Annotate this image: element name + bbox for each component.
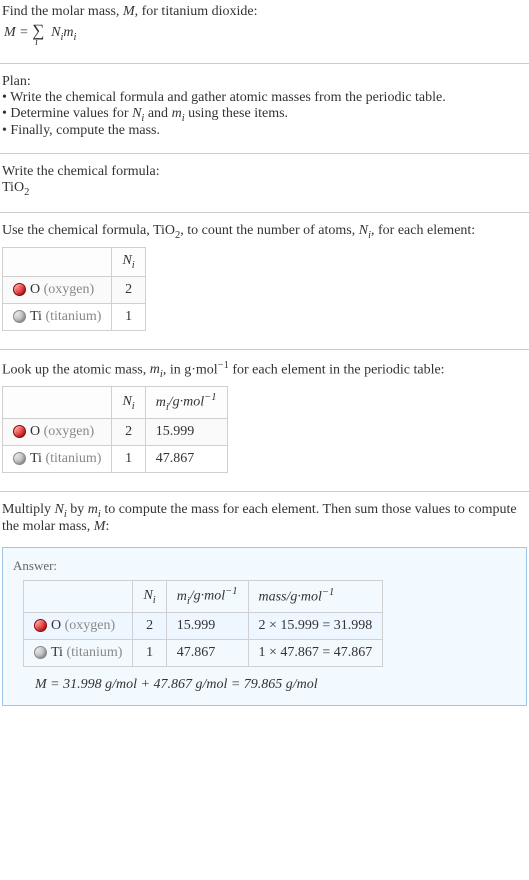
col-mi: mi/g·mol−1 (145, 387, 227, 418)
col-ni: Ni (112, 387, 145, 418)
ni-cell: 2 (112, 418, 145, 445)
col-mass: mass/g·mol−1 (248, 581, 383, 612)
mass-cell: 1 × 47.867 = 47.867 (248, 639, 383, 666)
element-cell: O (oxygen) (24, 612, 133, 639)
plan-bullet-2: • Determine values for Ni and mi using t… (2, 106, 527, 124)
step3-section: Look up the atomic mass, mi, in g·mol−1 … (0, 356, 529, 485)
step2-text: Use the chemical formula, TiO2, to count… (2, 223, 527, 241)
step3-text: Look up the atomic mass, mi, in g·mol−1 … (2, 360, 527, 380)
answer-table: Ni mi/g·mol−1 mass/g·mol−1 O (oxygen) 2 … (23, 580, 383, 666)
ni-cell: 1 (133, 639, 166, 666)
col-element (3, 247, 112, 276)
table-row: O (oxygen) 2 (3, 276, 146, 303)
atomic-mass-table: Ni mi/g·mol−1 O (oxygen) 2 15.999 Ti (ti… (2, 386, 228, 472)
divider (0, 212, 529, 213)
titanium-icon (34, 646, 47, 659)
intro-text: Find the molar mass, M, for titanium dio… (2, 4, 527, 20)
mi-cell: 47.867 (145, 445, 227, 472)
mi-cell: 47.867 (166, 639, 248, 666)
col-mi: mi/g·mol−1 (166, 581, 248, 612)
table-row: Ti (titanium) 1 47.867 1 × 47.867 = 47.8… (24, 639, 383, 666)
table-row: Ti (titanium) 1 47.867 (3, 445, 228, 472)
mi-cell: 15.999 (145, 418, 227, 445)
divider (0, 63, 529, 64)
element-cell: O (oxygen) (3, 276, 112, 303)
step2-section: Use the chemical formula, TiO2, to count… (0, 219, 529, 343)
titanium-icon (13, 452, 26, 465)
step4-section: Multiply Ni by mi to compute the mass fo… (0, 498, 529, 544)
ni-cell: 1 (112, 445, 145, 472)
col-element (24, 581, 133, 612)
answer-label: Answer: (13, 558, 516, 574)
mi-cell: 15.999 (166, 612, 248, 639)
col-element (3, 387, 112, 418)
answer-box: Answer: Ni mi/g·mol−1 mass/g·mol−1 O (ox… (2, 547, 527, 705)
step4-text: Multiply Ni by mi to compute the mass fo… (2, 502, 527, 536)
chemical-formula: TiO2 (2, 180, 527, 198)
divider (0, 491, 529, 492)
final-answer: M = 31.998 g/mol + 47.867 g/mol = 79.865… (35, 677, 516, 693)
atom-count-table: Ni O (oxygen) 2 Ti (titanium) 1 (2, 247, 146, 331)
table-row: O (oxygen) 2 15.999 (3, 418, 228, 445)
step1-section: Write the chemical formula: TiO2 (0, 160, 529, 206)
oxygen-icon (13, 425, 26, 438)
plan-bullet-1: • Write the chemical formula and gather … (2, 90, 527, 106)
plan-bullet-3: • Finally, compute the mass. (2, 123, 527, 139)
ni-cell: 1 (112, 303, 145, 330)
element-cell: Ti (titanium) (24, 639, 133, 666)
element-cell: Ti (titanium) (3, 303, 112, 330)
element-cell: O (oxygen) (3, 418, 112, 445)
col-ni: Ni (133, 581, 166, 612)
intro-equation: M = ∑i Nimi (2, 20, 527, 49)
titanium-icon (13, 310, 26, 323)
plan-heading: Plan: (2, 74, 527, 90)
table-header-row: Ni mi/g·mol−1 mass/g·mol−1 (24, 581, 383, 612)
step1-heading: Write the chemical formula: (2, 164, 527, 180)
ni-cell: 2 (133, 612, 166, 639)
table-header-row: Ni (3, 247, 146, 276)
ni-cell: 2 (112, 276, 145, 303)
table-row: O (oxygen) 2 15.999 2 × 15.999 = 31.998 (24, 612, 383, 639)
mass-cell: 2 × 15.999 = 31.998 (248, 612, 383, 639)
table-header-row: Ni mi/g·mol−1 (3, 387, 228, 418)
divider (0, 349, 529, 350)
intro-section: Find the molar mass, M, for titanium dio… (0, 0, 529, 57)
col-ni: Ni (112, 247, 145, 276)
plan-section: Plan: • Write the chemical formula and g… (0, 70, 529, 148)
oxygen-icon (13, 283, 26, 296)
oxygen-icon (34, 619, 47, 632)
table-row: Ti (titanium) 1 (3, 303, 146, 330)
divider (0, 153, 529, 154)
element-cell: Ti (titanium) (3, 445, 112, 472)
